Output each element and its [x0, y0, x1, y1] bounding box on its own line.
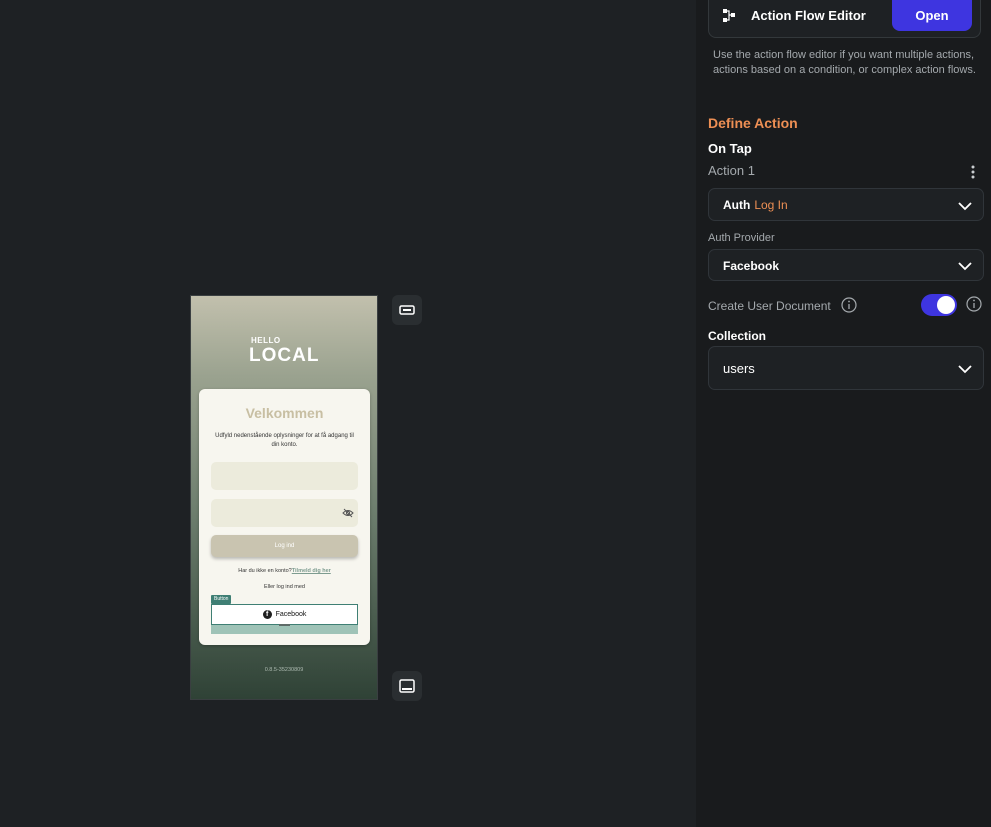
resize-handle[interactable]	[279, 624, 290, 626]
or-login-with: Eller log ind med	[264, 584, 305, 590]
action-flow-editor-label: Action Flow Editor	[751, 8, 866, 23]
chevron-down-icon	[958, 202, 972, 211]
action-type: Auth	[723, 198, 751, 212]
tablet-icon	[399, 679, 415, 693]
action-type-value: Auth Log In	[723, 198, 788, 212]
signup-row: Har du ikke en konto?Tilmeld dig her	[199, 568, 370, 574]
email-field[interactable]	[211, 462, 358, 490]
login-button[interactable]: Log ind	[211, 535, 358, 557]
create-user-document-toggle[interactable]	[921, 294, 957, 316]
device-frame-button[interactable]	[392, 671, 422, 701]
orientation-toggle-button[interactable]	[392, 295, 422, 325]
info-icon[interactable]	[966, 296, 982, 312]
action-type-dropdown[interactable]: Auth Log In	[708, 188, 984, 221]
facebook-button-label: Facebook	[275, 611, 307, 618]
facebook-button-selection: f Facebook	[211, 604, 358, 634]
logo-small-text: HELLO	[251, 336, 281, 345]
chevron-down-icon	[958, 262, 972, 271]
signup-prompt: Har du ikke en konto?	[238, 568, 292, 574]
facebook-icon: f	[262, 610, 272, 619]
define-action-title: Define Action	[708, 115, 798, 131]
eye-off-icon[interactable]	[342, 507, 354, 519]
collection-label: Collection	[708, 329, 767, 343]
auth-provider-value: Facebook	[723, 259, 780, 273]
on-tap-label: On Tap	[708, 141, 752, 156]
password-field[interactable]	[211, 499, 358, 527]
version-text: 0.8.5-35230809	[264, 667, 304, 673]
collection-value: users	[723, 361, 755, 376]
open-button[interactable]: Open	[892, 0, 972, 31]
properties-panel: Action Flow Editor Open Use the action f…	[696, 0, 991, 827]
toggle-knob	[937, 296, 955, 314]
logo-big-text: LOCAL	[249, 345, 320, 366]
action-name: Action 1	[708, 163, 755, 178]
action-flow-editor-box: Action Flow Editor Open	[708, 0, 981, 38]
action-subtype: Log In	[754, 198, 788, 212]
chevron-down-icon	[958, 365, 972, 374]
landscape-icon	[399, 305, 415, 315]
card-subtitle: Udfyld nedenstående oplysninger for at f…	[215, 433, 354, 448]
canvas: HELLO LOCAL Velkommen Udfyld nedenståend…	[0, 0, 696, 827]
card-title: Velkommen	[245, 405, 324, 421]
login-card: Velkommen Udfyld nedenstående oplysninge…	[199, 389, 370, 645]
action-flow-description: Use the action flow editor if you want m…	[713, 49, 976, 76]
facebook-button[interactable]: f Facebook	[211, 604, 358, 625]
create-user-document-label: Create User Document	[708, 299, 831, 313]
info-icon[interactable]	[841, 297, 857, 313]
auth-provider-dropdown[interactable]: Facebook	[708, 249, 984, 281]
flow-icon	[723, 9, 735, 22]
signup-link[interactable]: Tilmeld dig her	[292, 568, 331, 574]
button-tag: Button	[211, 595, 232, 604]
auth-provider-label: Auth Provider	[708, 232, 775, 244]
phone-preview[interactable]: HELLO LOCAL Velkommen Udfyld nedenståend…	[190, 295, 378, 700]
kebab-menu-icon[interactable]	[966, 164, 980, 180]
collection-dropdown[interactable]: users	[708, 346, 984, 390]
